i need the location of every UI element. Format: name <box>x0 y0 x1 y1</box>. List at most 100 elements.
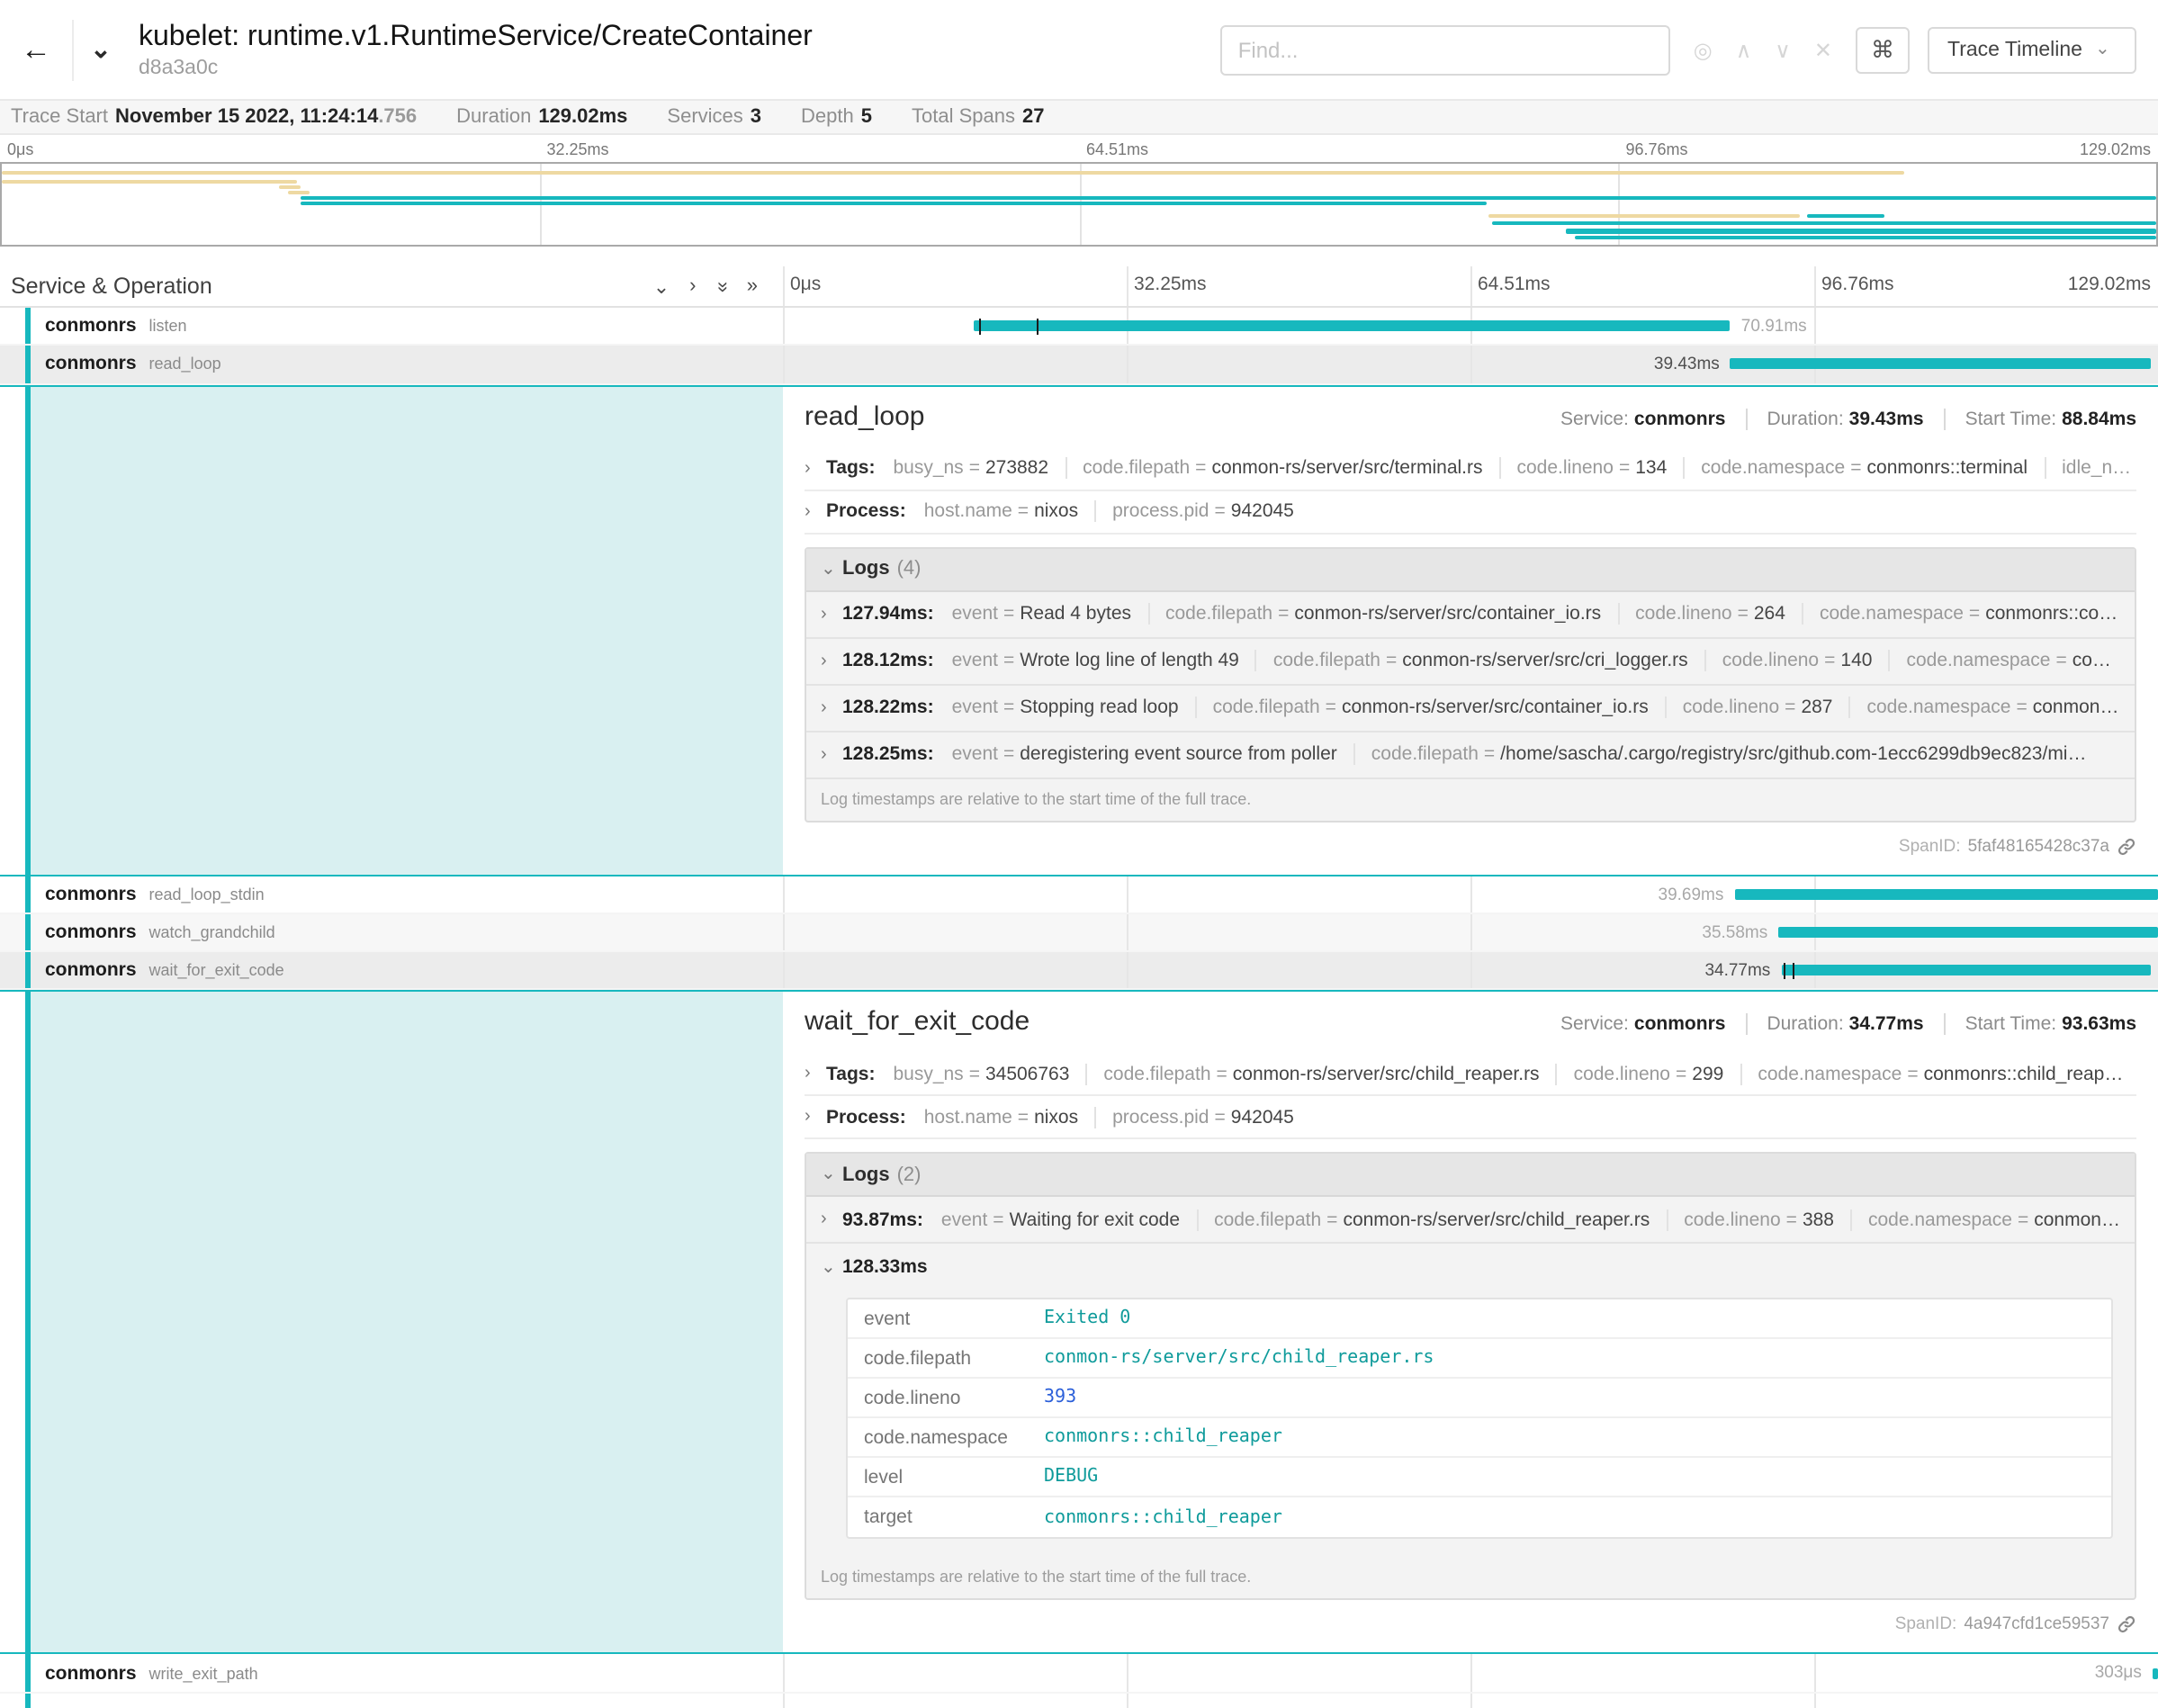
chevron-right-icon: › <box>821 604 842 624</box>
minimap-span-segment <box>1807 213 1884 217</box>
span-name-cell[interactable]: conmonrs listen <box>0 308 783 345</box>
tags-row[interactable]: › Tags: busy_ns=34506763 code.filepath=c… <box>805 1054 2136 1097</box>
log-entry[interactable]: › 128.25ms: event=deregistering event so… <box>806 732 2135 778</box>
log-field: code.filepath=conmon-rs/server/src/conta… <box>1147 603 1601 625</box>
span-timeline-cell[interactable]: 39.69ms <box>783 876 2158 912</box>
collapse-one-icon[interactable]: ⌄ <box>653 274 670 298</box>
focus-match-icon[interactable]: ◎ <box>1694 39 1713 60</box>
span-duration-label: 34.77ms <box>1704 952 1770 991</box>
logs-header[interactable]: ⌄ Logs (2) <box>806 1155 2135 1198</box>
process-label: Process: <box>826 1107 906 1128</box>
span-row-read-loop-stdin[interactable]: conmonrs read_loop_stdin 39.69ms <box>0 876 2158 914</box>
minimap-span-segment <box>1575 236 2156 239</box>
process-row[interactable]: › Process: host.name=nixos process.pid=9… <box>805 490 2136 534</box>
log-field-row: targetconmonrs::child_reaper <box>848 1498 2111 1538</box>
expand-all-icon[interactable]: » <box>747 274 758 298</box>
span-row-read-loop[interactable]: conmonrs read_loop 39.43ms <box>0 346 2158 385</box>
link-icon[interactable] <box>2117 1615 2136 1635</box>
log-timestamp: 128.33ms <box>842 1257 928 1279</box>
span-timeline-cell[interactable]: 39.43ms <box>783 346 2158 383</box>
log-marker[interactable] <box>1793 963 1794 979</box>
axis-tick: 64.51ms <box>1478 274 1551 295</box>
log-marker[interactable] <box>980 318 982 334</box>
chevron-right-icon: › <box>805 458 826 478</box>
process-item: process.pid=942045 <box>1094 500 1294 522</box>
trace-start-fraction: .756 <box>378 106 417 128</box>
trace-view-label: Trace Timeline <box>1947 39 2082 60</box>
service-stat: Service:conmonrs <box>1560 408 1725 429</box>
command-icon: ⌘ <box>1871 35 1894 64</box>
span-operation-name: listen <box>149 317 187 335</box>
chevron-right-icon: › <box>821 1210 842 1230</box>
span-name-cell[interactable]: conmonrs write_exit_path <box>0 1655 783 1692</box>
span-duration-bar[interactable] <box>2153 1668 2158 1678</box>
chevron-down-icon: ⌄ <box>821 559 842 579</box>
tag-item: code.namespace=conmonrs::terminal <box>1683 457 2028 479</box>
log-entry-expanded[interactable]: ⌄ 128.33ms <box>806 1245 2135 1291</box>
log-field: code.namespace=conmon… <box>1850 1209 2120 1231</box>
span-name-cell[interactable]: conmonrs watch_grandchild <box>0 914 783 951</box>
keyboard-shortcuts-button[interactable]: ⌘ <box>1856 26 1910 73</box>
tag-item: code.filepath=conmon-rs/server/src/child… <box>1085 1064 1539 1085</box>
span-name-cell[interactable]: conmonrs wait_for_exit_code <box>0 952 783 989</box>
span-timeline-cell[interactable]: 35.58ms <box>783 914 2158 951</box>
span-name-cell[interactable]: conmonrs read_loop <box>0 346 783 383</box>
duration-value: 129.02ms <box>538 106 627 128</box>
minimap-span-segment <box>1488 213 1801 217</box>
tags-label: Tags: <box>826 1064 875 1085</box>
span-timeline-cell[interactable]: 70.91ms <box>783 308 2158 345</box>
span-duration-bar[interactable] <box>1731 359 2152 370</box>
tags-row[interactable]: › Tags: busy_ns=273882 code.filepath=con… <box>805 447 2136 490</box>
trace-id-short: d8a3a0c <box>139 55 813 80</box>
span-operation-name: read_loop <box>149 355 221 373</box>
log-marker[interactable] <box>1036 318 1038 334</box>
log-entry[interactable]: › 128.12ms: event=Wrote log line of leng… <box>806 638 2135 685</box>
log-timestamp: 128.22ms: <box>842 697 934 718</box>
next-match-icon[interactable]: ∨ <box>1775 39 1791 60</box>
log-entry[interactable]: › 128.22ms: event=Stopping read loop cod… <box>806 685 2135 732</box>
chevron-right-icon: › <box>821 651 842 670</box>
minimap-tick: 64.51ms <box>1086 140 1148 158</box>
trace-title-block: kubelet: runtime.v1.RuntimeService/Creat… <box>139 19 813 80</box>
log-entry[interactable]: › 127.94ms: event=Read 4 bytes code.file… <box>806 591 2135 638</box>
span-row-wait-for-exit-code[interactable]: conmonrs wait_for_exit_code 34.77ms <box>0 952 2158 991</box>
span-row-watch-grandchild[interactable]: conmonrs watch_grandchild 35.58ms <box>0 914 2158 953</box>
span-row-listen[interactable]: conmonrs listen 70.91ms <box>0 308 2158 346</box>
span-id-label: SpanID: <box>1895 1615 1957 1635</box>
collapse-all-icon[interactable]: » <box>710 281 733 292</box>
log-field: event=Wrote log line of length 49 <box>952 650 1239 671</box>
span-id-label: SpanID: <box>1899 836 1961 856</box>
span-operation-name: watch_grandchild <box>149 923 275 941</box>
clear-find-icon[interactable]: ✕ <box>1814 39 1832 60</box>
span-duration-bar[interactable] <box>1781 966 2151 976</box>
span-row-write-exit-path[interactable]: conmonrs write_exit_path 303μs <box>0 1655 2158 1694</box>
minimap-span-segment <box>1493 220 2156 224</box>
span-duration-bar[interactable] <box>1734 888 2158 899</box>
span-operation-name: write_exit_path <box>149 1664 258 1682</box>
span-timeline-cell[interactable]: 34.77ms <box>783 952 2158 989</box>
link-icon[interactable] <box>2117 836 2136 856</box>
logs-header[interactable]: ⌄ Logs (4) <box>806 548 2135 591</box>
log-field: code.filepath=/home/sascha/.cargo/regist… <box>1353 743 2087 765</box>
process-row[interactable]: › Process: host.name=nixos process.pid=9… <box>805 1097 2136 1140</box>
trace-view-selector[interactable]: Trace Timeline ⌄ <box>1928 26 2136 73</box>
span-name-cell[interactable]: conmonrs read_loop_stdin <box>0 876 783 912</box>
expand-one-icon[interactable]: › <box>689 274 696 298</box>
span-duration-bar[interactable] <box>1778 927 2158 938</box>
trace-collapse-toggle[interactable]: ⌄ <box>74 10 128 89</box>
log-field-row: code.namespaceconmonrs::child_reaper <box>848 1419 2111 1459</box>
span-duration-bar[interactable] <box>974 320 1730 331</box>
log-entry[interactable]: › 93.87ms: event=Waiting for exit code c… <box>806 1198 2135 1245</box>
log-field: event=Read 4 bytes <box>952 603 1131 625</box>
span-row-partial[interactable] <box>0 1694 2158 1708</box>
span-timeline-cell[interactable]: 303μs <box>783 1655 2158 1692</box>
find-controls: ◎ ∧ ∨ ✕ <box>1694 39 1832 60</box>
span-id-value: 5faf48165428c37a <box>1968 836 2109 856</box>
trace-minimap[interactable] <box>0 162 2158 247</box>
log-marker[interactable] <box>1784 963 1785 979</box>
back-button[interactable]: ← <box>0 10 72 89</box>
service-stat: Service:conmonrs <box>1560 1014 1725 1036</box>
process-label: Process: <box>826 500 906 522</box>
find-input[interactable] <box>1220 24 1670 75</box>
prev-match-icon[interactable]: ∧ <box>1736 39 1752 60</box>
